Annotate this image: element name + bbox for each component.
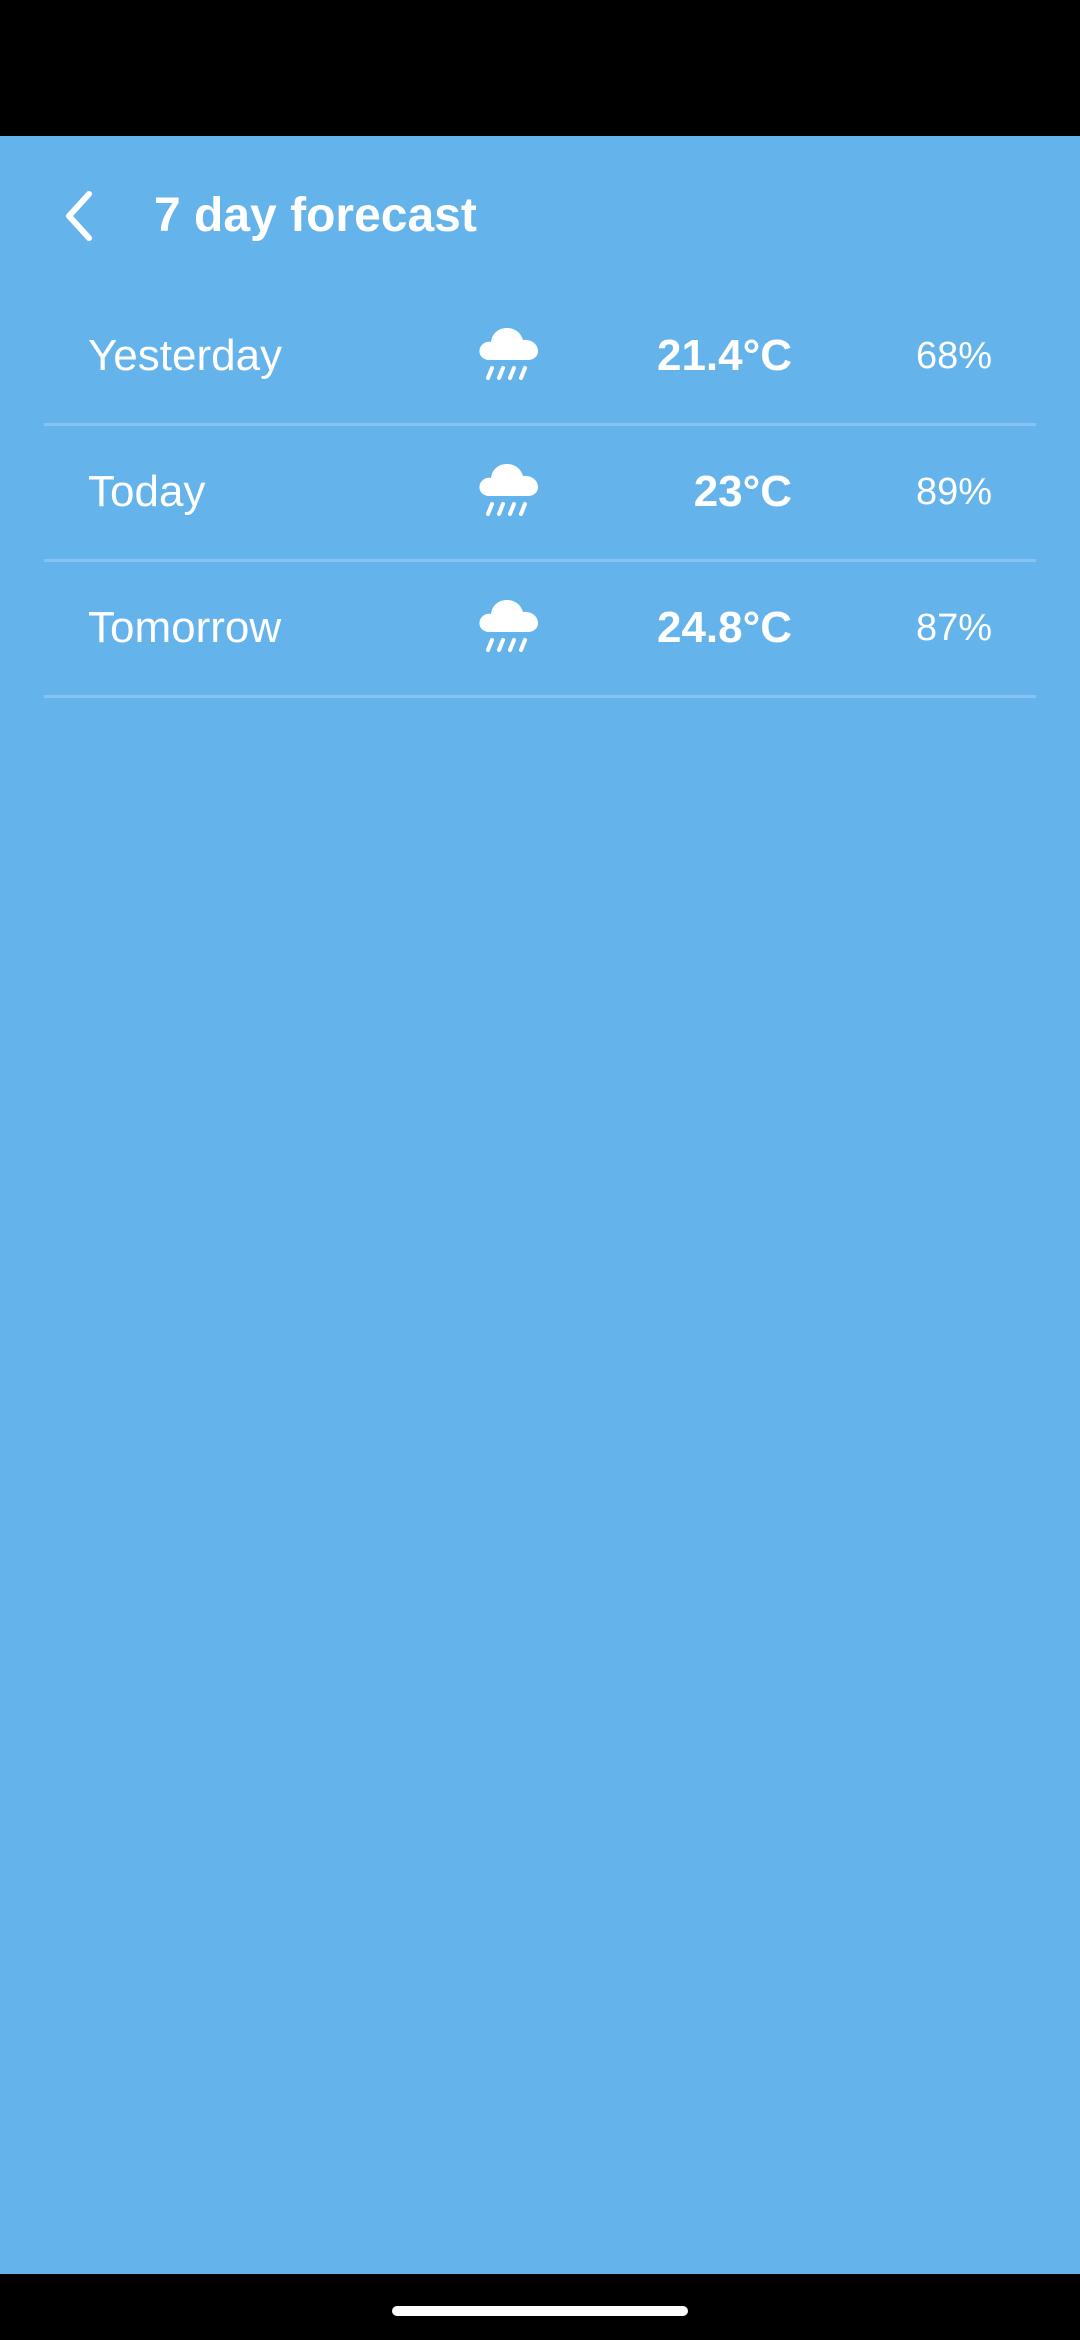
day-label: Today — [88, 467, 206, 516]
rain-cloud-icon — [479, 464, 538, 516]
forecast-row-tomorrow[interactable]: Tomorrow 24.8°C 87% — [44, 562, 1036, 698]
status-bar — [0, 0, 1080, 136]
day-label: Tomorrow — [88, 603, 282, 652]
temperature: 21.4°C — [656, 331, 792, 380]
rain-cloud-icon — [479, 600, 538, 652]
temperature: 24.8°C — [656, 603, 792, 652]
temperature: 23°C — [693, 467, 792, 516]
forecast-row-today[interactable]: Today 23°C 89% — [44, 426, 1036, 562]
home-indicator[interactable] — [392, 2306, 688, 2316]
toolbar: 7 day forecast — [0, 136, 1080, 296]
rain-cloud-icon — [479, 328, 538, 380]
humidity: 68% — [915, 335, 992, 377]
navigation-bar — [0, 2274, 1080, 2340]
humidity: 89% — [915, 471, 992, 513]
forecast-row-yesterday[interactable]: Yesterday 21.4°C 68% — [44, 290, 1036, 426]
humidity: 87% — [915, 607, 992, 649]
forecast-list: Yesterday 21.4°C 68% Today 23°C 89% Tomo… — [44, 290, 1036, 698]
chevron-left-icon — [66, 191, 92, 241]
back-button[interactable] — [44, 176, 114, 256]
forecast-screen: 7 day forecast Yesterday 21.4°C 68% Toda… — [0, 136, 1080, 2274]
page-title: 7 day forecast — [154, 189, 477, 242]
day-label: Yesterday — [88, 331, 283, 380]
